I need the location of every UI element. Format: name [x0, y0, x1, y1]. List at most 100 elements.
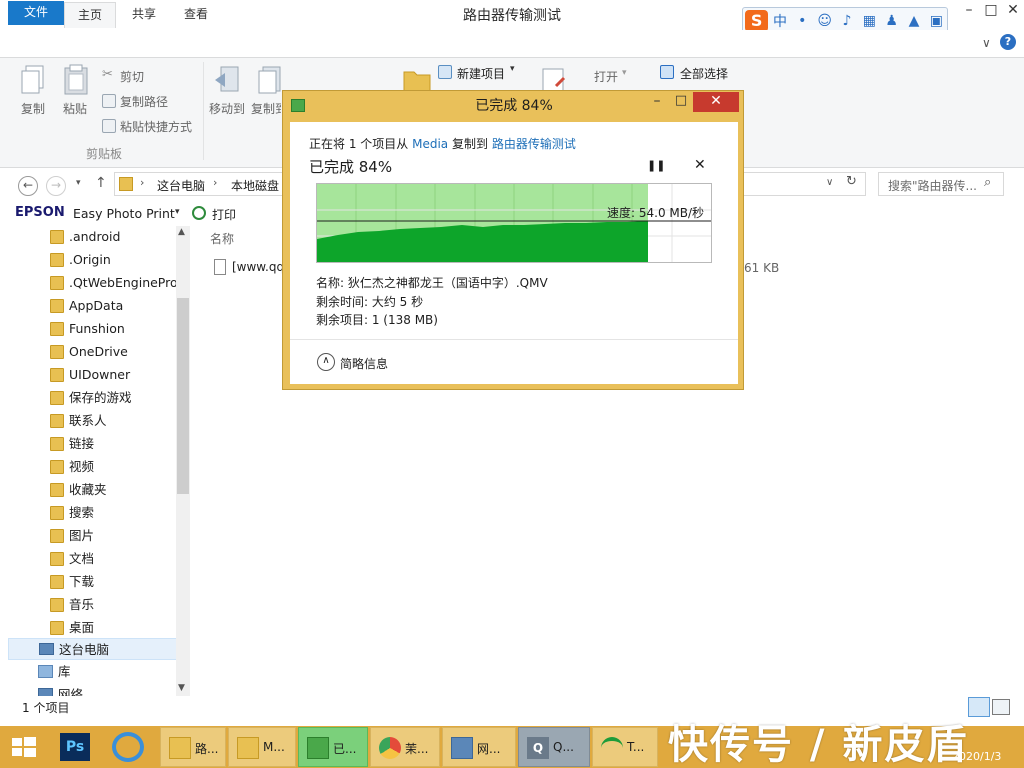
less-info-button[interactable]: 简略信息 — [340, 355, 388, 372]
nav-item[interactable]: 文档 — [8, 548, 180, 570]
breadcrumb-chevron-icon[interactable]: › — [213, 176, 217, 189]
nav-item-label: 链接 — [69, 436, 95, 451]
folder-icon — [50, 276, 64, 290]
new-item-button[interactable]: 新建项目 ▾ — [438, 64, 522, 82]
pause-button[interactable]: ❚❚ — [647, 159, 665, 172]
ime-chinese-mode-icon[interactable]: 中 — [769, 11, 790, 31]
nav-item[interactable]: 视频 — [8, 456, 180, 478]
help-icon[interactable]: ? — [1000, 34, 1016, 50]
breadcrumb-this-pc[interactable]: 这台电脑 — [157, 177, 205, 194]
taskbar-item-wifi[interactable]: T... — [592, 727, 658, 767]
recent-locations-icon[interactable]: ▾ — [76, 178, 81, 188]
taskbar-item-media[interactable]: M... — [228, 727, 296, 767]
nav-item[interactable]: Funshion — [8, 318, 180, 340]
epson-dropdown-icon[interactable]: ▾ — [175, 207, 180, 217]
nav-item[interactable]: 联系人 — [8, 410, 180, 432]
ime-user-icon[interactable]: ♟ — [881, 13, 902, 29]
sogou-logo-icon[interactable]: S — [745, 10, 769, 32]
print-icon[interactable] — [192, 206, 206, 220]
browser-pinned[interactable] — [112, 732, 144, 762]
taskbar-item-network[interactable]: 网... — [442, 727, 516, 767]
copy-to-button[interactable]: 复制到 — [250, 64, 284, 116]
nav-item-label: 库 — [58, 664, 71, 679]
search-icon[interactable]: ⌕ — [984, 175, 991, 190]
nav-item-network[interactable]: 网络 — [8, 684, 180, 696]
move-to-button[interactable]: 移动到 — [208, 64, 248, 116]
tray-clock[interactable]: 2020/1/3 — [952, 750, 1001, 763]
source-link[interactable]: Media — [412, 137, 448, 151]
file-name[interactable]: [www.qq — [232, 260, 284, 274]
nav-item[interactable]: AppData — [8, 295, 180, 317]
close-button[interactable]: ✕ — [1002, 0, 1024, 22]
large-icons-view-icon[interactable] — [992, 699, 1010, 715]
copy-button[interactable]: 复制 — [16, 64, 52, 116]
destination-link[interactable]: 路由器传输测试 — [492, 137, 576, 151]
column-header-name[interactable]: 名称 — [210, 230, 234, 247]
nav-item[interactable]: 桌面 — [8, 617, 180, 639]
nav-item[interactable]: .Origin — [8, 249, 180, 271]
tab-share[interactable]: 共享 — [118, 2, 170, 28]
nav-item[interactable]: UIDowner — [8, 364, 180, 386]
cancel-copy-button[interactable]: ✕ — [694, 157, 706, 173]
nav-item[interactable]: OneDrive — [8, 341, 180, 363]
nav-item[interactable]: .QtWebEngineProc — [8, 272, 185, 294]
dialog-maximize-button[interactable]: □ — [669, 93, 693, 111]
ime-voice-icon[interactable]: ♪ — [836, 13, 857, 29]
taskbar-item-copy[interactable]: 已... — [298, 727, 368, 767]
ime-toolbox-icon[interactable]: ▣ — [926, 13, 947, 29]
cut-button[interactable]: ✂ 剪切 — [102, 67, 162, 85]
copy-prefix: 正在将 1 个项目从 — [309, 137, 409, 151]
nav-item-label: .android — [69, 229, 121, 244]
taskbar-item-q[interactable]: Q Q... — [518, 727, 590, 767]
ime-keyboard-icon[interactable]: ▦ — [859, 13, 880, 29]
nav-item[interactable]: 音乐 — [8, 594, 180, 616]
taskbar-item-label: 茉... — [405, 742, 429, 756]
cut-label: 剪切 — [120, 70, 145, 84]
ribbon-collapse-icon[interactable]: ∨ — [982, 36, 991, 50]
up-button[interactable]: ↑ — [95, 175, 107, 191]
nav-item[interactable]: .android — [8, 226, 180, 248]
dialog-close-button[interactable]: ✕ — [693, 92, 739, 112]
select-all-button[interactable]: 全部选择 — [660, 64, 740, 82]
speed-graph-svg — [317, 184, 711, 262]
address-dropdown-icon[interactable]: ∨ — [826, 177, 833, 188]
nav-item[interactable]: 下载 — [8, 571, 180, 593]
ime-emoji-icon[interactable]: ☺ — [814, 13, 835, 29]
tab-home[interactable]: 主页 — [64, 2, 116, 28]
nav-item[interactable]: 搜索 — [8, 502, 180, 524]
print-button[interactable]: 打印 — [212, 206, 236, 223]
breadcrumb-local-disk[interactable]: 本地磁盘 — [231, 177, 279, 194]
nav-item-this-pc[interactable]: 这台电脑 — [8, 638, 180, 660]
nav-item[interactable]: 收藏夹 — [8, 479, 180, 501]
scroll-down-icon[interactable]: ▼ — [178, 683, 185, 693]
tab-view[interactable]: 查看 — [170, 2, 222, 28]
refresh-icon[interactable]: ↻ — [846, 174, 857, 189]
taskbar-item-chrome[interactable]: 茉... — [370, 727, 440, 767]
paste-shortcut-button[interactable]: 粘贴快捷方式 — [102, 117, 202, 135]
folder-icon — [237, 737, 259, 759]
maximize-button[interactable]: □ — [980, 0, 1002, 22]
nav-item[interactable]: 保存的游戏 — [8, 387, 180, 409]
taskbar-item-explorer[interactable]: 路... — [160, 727, 226, 767]
photoshop-pinned[interactable]: Ps — [60, 733, 90, 761]
scroll-up-icon[interactable]: ▲ — [178, 227, 185, 237]
tab-file[interactable]: 文件 — [8, 1, 64, 25]
start-button[interactable] — [10, 736, 38, 758]
minimize-button[interactable]: – — [958, 0, 980, 22]
back-button[interactable]: ← — [18, 176, 38, 196]
nav-item[interactable]: 图片 — [8, 525, 180, 547]
ime-skin-icon[interactable]: ▲ — [903, 13, 924, 29]
copy-path-button[interactable]: 复制路径 — [102, 92, 182, 110]
nav-scrollbar-thumb[interactable] — [177, 298, 189, 494]
nav-item[interactable]: 链接 — [8, 433, 180, 455]
breadcrumb-chevron-icon[interactable]: › — [140, 176, 144, 189]
epson-product[interactable]: Easy Photo Print — [73, 206, 175, 221]
nav-item-library[interactable]: 库 — [8, 661, 180, 683]
collapse-chevron-icon[interactable]: ∧ — [317, 353, 335, 371]
paste-button[interactable]: 粘贴 — [58, 64, 94, 116]
ime-punctuation-icon[interactable]: • — [792, 13, 813, 29]
nav-item-label: OneDrive — [69, 344, 128, 359]
forward-button[interactable]: → — [46, 176, 66, 196]
details-view-icon[interactable] — [968, 697, 990, 717]
dialog-minimize-button[interactable]: – — [645, 93, 669, 111]
